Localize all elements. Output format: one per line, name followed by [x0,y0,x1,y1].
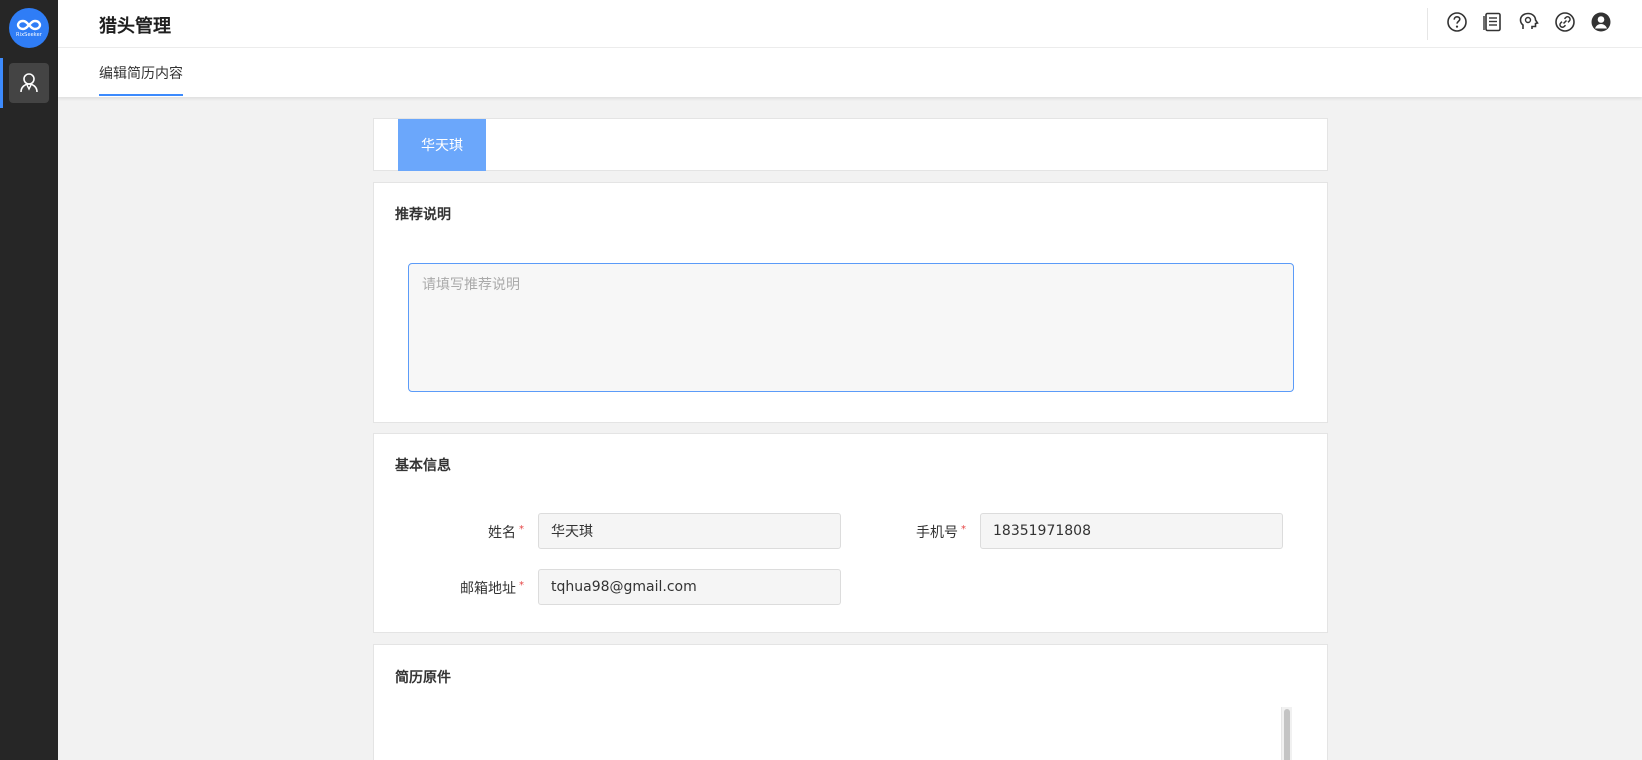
name-label-text: 姓名 [488,525,516,541]
account-icon[interactable] [1589,10,1613,34]
header-divider [1427,8,1428,40]
link-icon[interactable] [1553,10,1577,34]
basic-info-title: 基本信息 [395,458,451,474]
page-title: 猎头管理 [99,16,171,37]
user-icon [20,73,38,93]
required-mark: * [961,524,966,535]
document-icon[interactable] [1481,10,1505,34]
brain-icon[interactable] [1517,10,1541,34]
resume-scrollbar[interactable] [1281,707,1292,760]
phone-input[interactable] [980,513,1283,549]
resume-original-title: 简历原件 [395,670,451,686]
email-input[interactable] [538,569,841,605]
tab-edit-resume[interactable]: 编辑简历内容 [99,63,183,83]
email-label-text: 邮箱地址 [460,581,516,597]
tab-active-underline [99,94,183,96]
app-logo[interactable]: RixSeeker [9,8,49,48]
required-mark: * [519,524,524,535]
sidebar: RixSeeker [0,0,58,760]
recommendation-title: 推荐说明 [395,207,451,223]
recommendation-textarea[interactable] [408,263,1294,392]
logo-text: RixSeeker [16,31,42,38]
email-label: 邮箱地址 * [414,578,524,598]
required-mark: * [519,580,524,591]
candidate-tab-card: 华天琪 [373,118,1328,171]
infinity-logo-icon [16,19,42,30]
help-icon[interactable] [1445,10,1469,34]
name-label: 姓名 * [444,522,524,542]
candidate-tab[interactable]: 华天琪 [398,119,486,171]
sidebar-item-headhunter[interactable] [9,63,49,103]
header-icon-group [1445,10,1613,34]
tab-bar: 编辑简历内容 [58,48,1642,97]
name-input[interactable] [538,513,841,549]
phone-label-text: 手机号 [916,525,958,541]
resume-scrollbar-thumb[interactable] [1284,709,1290,760]
recommendation-card: 推荐说明 [373,182,1328,423]
sidebar-active-indicator [0,58,3,108]
phone-label: 手机号 * [856,522,966,542]
resume-original-card: 简历原件 [373,644,1328,760]
top-header: 猎头管理 [58,0,1642,48]
basic-info-card: 基本信息 姓名* 手机号* 邮箱地址* [373,433,1328,633]
